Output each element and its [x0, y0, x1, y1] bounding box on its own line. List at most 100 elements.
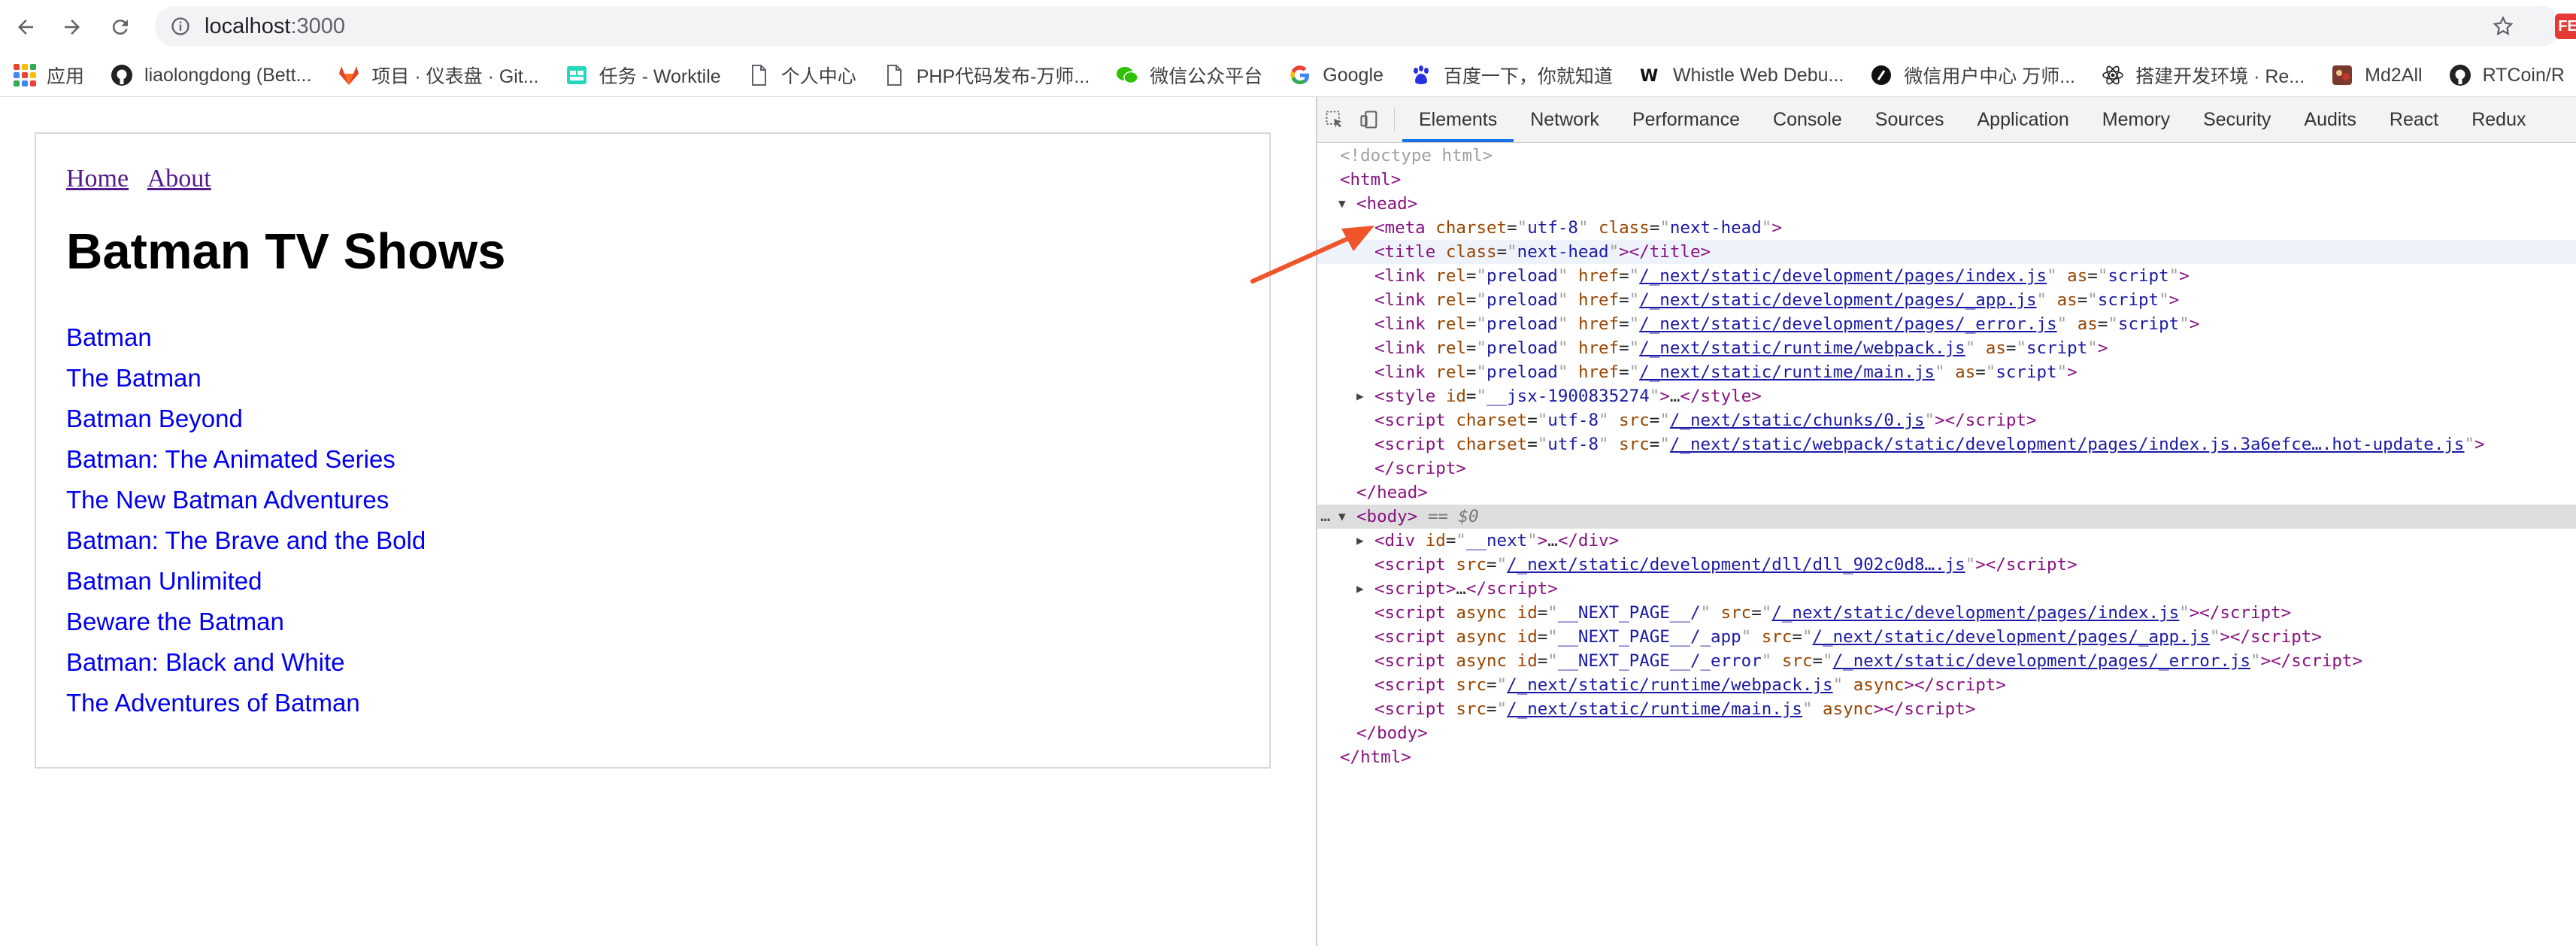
devtools-tab-network[interactable]: Network: [1514, 97, 1616, 142]
devtools-tab-redux[interactable]: Redux: [2455, 97, 2542, 142]
url-text[interactable]: localhost:3000: [205, 6, 345, 47]
bookmark-item[interactable]: 项目 · 仪表盘 · Git...: [323, 54, 550, 96]
extension-icon[interactable]: FE: [2555, 14, 2576, 39]
dom-line-script-dll[interactable]: <script src="/_next/static/development/d…: [1317, 553, 2576, 577]
worktile-icon: [566, 66, 586, 84]
dom-line-body-open[interactable]: … ▼ <body> == $0: [1317, 505, 2576, 529]
dom-line-script-page[interactable]: <script async id="__NEXT_PAGE__/" src="/…: [1317, 601, 2576, 625]
more-options-icon[interactable]: …: [1320, 505, 1330, 529]
info-icon[interactable]: [170, 16, 191, 37]
dom-line-title[interactable]: <title class="next-head"></title>: [1317, 240, 2576, 264]
show-list-item: The New Batman Adventures: [66, 480, 426, 520]
devtools-tab-console[interactable]: Console: [1756, 97, 1859, 142]
inspect-cursor-icon: [1326, 111, 1342, 128]
bookmark-item[interactable]: RTCoin/R: [2435, 54, 2576, 96]
devtools-tab-audits[interactable]: Audits: [2287, 97, 2372, 142]
bookmark-item[interactable]: 百度一下，你就知道: [1396, 54, 1625, 96]
dom-line-script-runtime[interactable]: <script src="/_next/static/runtime/webpa…: [1317, 673, 2576, 697]
bookmark-label: Whistle Web Debu...: [1672, 64, 1844, 86]
dom-line-head-open[interactable]: ▼ <head>: [1317, 192, 2576, 216]
devtools-tab-memory[interactable]: Memory: [2086, 97, 2187, 142]
inspect-element-button[interactable]: [1317, 97, 1352, 142]
device-toolbar-button[interactable]: [1352, 97, 1386, 142]
address-bar[interactable]: localhost:3000: [155, 6, 2561, 47]
dom-line-script-page[interactable]: <script async id="__NEXT_PAGE__/_error" …: [1317, 649, 2576, 673]
dom-line-script-chunk[interactable]: <script charset="utf-8" src="/_next/stat…: [1317, 408, 2576, 432]
show-link[interactable]: The Batman: [66, 364, 202, 392]
expand-triangle-icon[interactable]: ▼: [1338, 505, 1346, 529]
bookmark-item[interactable]: Md2All: [2317, 54, 2434, 96]
bookmark-label: 搭建开发环境 · Re...: [2135, 66, 2305, 87]
devtools-tab-application[interactable]: Application: [1960, 97, 2085, 142]
dom-line-script-runtime[interactable]: <script src="/_next/static/runtime/main.…: [1317, 697, 2576, 721]
collapsed-triangle-icon[interactable]: ▶: [1356, 577, 1364, 601]
dom-line-link-preload[interactable]: <link rel="preload" href="/_next/static/…: [1317, 264, 2576, 288]
back-arrow-icon: [18, 20, 33, 35]
gitlab-icon: [339, 66, 359, 85]
apps-grid-icon: [14, 64, 36, 86]
devtools-panel: Elements Network Performance Console Sources…: [1316, 97, 2576, 946]
show-list-item: Batman: The Brave and the Bold: [66, 520, 426, 561]
bookmark-item[interactable]: 微信公众平台: [1102, 54, 1274, 96]
show-link[interactable]: The Adventures of Batman: [66, 689, 360, 717]
show-list-item: The Adventures of Batman: [66, 683, 426, 723]
bookmark-item[interactable]: Google: [1274, 54, 1396, 96]
bookmark-item[interactable]: W Whistle Web Debu...: [1625, 54, 1856, 96]
dom-line-html-close[interactable]: </html>: [1317, 745, 2576, 769]
show-link[interactable]: Batman Unlimited: [66, 567, 262, 595]
collapsed-triangle-icon[interactable]: ▶: [1356, 384, 1364, 408]
bookmark-item[interactable]: 搭建开发环境 · Re...: [2087, 54, 2317, 96]
devtools-tab-security[interactable]: Security: [2187, 97, 2287, 142]
show-list-item: Batman Unlimited: [66, 561, 426, 602]
show-link[interactable]: The New Batman Adventures: [66, 486, 389, 514]
circle-logo-icon: [1871, 65, 1892, 85]
forward-arrow-icon: [65, 20, 80, 35]
bookmark-item[interactable]: 应用: [0, 54, 96, 96]
whistle-icon: W: [1640, 67, 1658, 86]
bookmark-item[interactable]: 任务 - Worktile: [551, 54, 733, 96]
dom-line-html-open[interactable]: <html>: [1317, 168, 2576, 192]
page-title: Batman TV Shows: [66, 223, 506, 280]
dom-line-link-preload[interactable]: <link rel="preload" href="/_next/static/…: [1317, 312, 2576, 336]
show-link[interactable]: Batman: [66, 323, 152, 351]
dom-line-script-hot-update[interactable]: <script charset="utf-8" src="/_next/stat…: [1317, 432, 2576, 456]
nav-about-link[interactable]: About: [147, 165, 211, 193]
bookmark-label: 项目 · 仪表盘 · Git...: [371, 66, 539, 87]
dom-line-script-inline[interactable]: ▶ <script>…</script>: [1317, 577, 2576, 601]
back-button[interactable]: [9, 11, 42, 44]
collapsed-triangle-icon[interactable]: ▶: [1356, 529, 1364, 553]
show-link[interactable]: Batman: The Brave and the Bold: [66, 526, 426, 554]
devtools-tab-performance[interactable]: Performance: [1616, 97, 1756, 142]
bookmark-item[interactable]: 微信用户中心 万师...: [1856, 54, 2087, 96]
dom-line-meta[interactable]: <meta charset="utf-8" class="next-head">: [1317, 216, 2576, 240]
bookmark-item[interactable]: 个人中心: [733, 54, 868, 96]
devtools-tab-sources[interactable]: Sources: [1859, 97, 1961, 142]
bookmark-label: 应用: [47, 66, 85, 87]
dom-line-style[interactable]: ▶ <style id="__jsx-1900835274">…</style>: [1317, 384, 2576, 408]
dom-line-link-preload[interactable]: <link rel="preload" href="/_next/static/…: [1317, 336, 2576, 360]
dom-line-script-close[interactable]: </script>: [1317, 456, 2576, 481]
bookmark-item[interactable]: liaolongdong (Bett...: [96, 54, 323, 96]
bookmark-item[interactable]: PHP代码发布-万师...: [868, 54, 1102, 96]
forward-button[interactable]: [56, 11, 89, 44]
nav-home-link[interactable]: Home: [66, 165, 129, 193]
dom-line-body-close[interactable]: </body>: [1317, 721, 2576, 745]
show-link[interactable]: Batman Beyond: [66, 405, 243, 432]
show-link[interactable]: Batman: Black and White: [66, 648, 345, 676]
expand-triangle-icon[interactable]: ▼: [1338, 192, 1346, 216]
bookmark-star-icon[interactable]: [2492, 15, 2514, 38]
devtools-tab-elements[interactable]: Elements: [1402, 97, 1514, 142]
show-link[interactable]: Batman: The Animated Series: [66, 445, 395, 473]
dom-line-link-preload[interactable]: <link rel="preload" href="/_next/static/…: [1317, 288, 2576, 312]
reload-button[interactable]: [104, 11, 137, 44]
devtools-tab-react[interactable]: React: [2373, 97, 2455, 142]
dom-line-script-page[interactable]: <script async id="__NEXT_PAGE__/_app" sr…: [1317, 625, 2576, 649]
document-icon: [751, 65, 766, 86]
wechat-icon: [1117, 67, 1139, 84]
dom-line-head-close[interactable]: </head>: [1317, 481, 2576, 505]
dom-line-div-next[interactable]: ▶ <div id="__next">…</div>: [1317, 529, 2576, 553]
bookmark-label: liaolongdong (Bett...: [144, 64, 312, 86]
dom-line-doctype[interactable]: <!doctype html>: [1317, 144, 2576, 168]
dom-line-link-preload[interactable]: <link rel="preload" href="/_next/static/…: [1317, 360, 2576, 384]
show-link[interactable]: Beware the Batman: [66, 608, 284, 635]
